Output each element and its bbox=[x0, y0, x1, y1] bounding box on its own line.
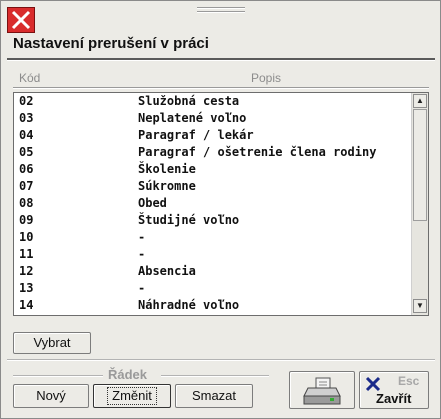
delete-button[interactable]: Smazat bbox=[175, 384, 253, 408]
row-code: 05 bbox=[19, 145, 34, 159]
print-button[interactable] bbox=[289, 371, 355, 409]
scroll-thumb[interactable] bbox=[413, 109, 427, 221]
row-code: 06 bbox=[19, 162, 34, 176]
dialog-window: Nastavení prerušení v práci Kód Popis 02… bbox=[0, 0, 441, 419]
list-row[interactable]: 07 Súkromne bbox=[14, 178, 410, 195]
row-group-label: Řádek bbox=[108, 367, 148, 382]
list-row[interactable]: 05 Paragraf / ošetrenie člena rodiny bbox=[14, 144, 410, 161]
list-rows: 02 Služobná cesta 03 Neplatené voľno 04 Parag… bbox=[14, 93, 410, 314]
dialog-title: Nastavení prerušení v práci bbox=[13, 35, 209, 52]
row-description: - bbox=[138, 230, 146, 244]
row-description: Náhradné voľno bbox=[138, 298, 240, 312]
row-description: Paragraf / lekár bbox=[138, 128, 254, 142]
row-code: 13 bbox=[19, 281, 34, 295]
list-row[interactable]: 09 Študijné voľno bbox=[14, 212, 410, 229]
row-code: 03 bbox=[19, 111, 34, 125]
esc-hint: Esc bbox=[398, 374, 420, 388]
row-description: Neplatené voľno bbox=[138, 111, 247, 125]
row-description: - bbox=[138, 281, 146, 295]
list-row[interactable]: 12 Absencia bbox=[14, 263, 410, 280]
close-button[interactable]: Esc Zavřít bbox=[359, 371, 429, 409]
row-code: 08 bbox=[19, 196, 34, 210]
vertical-scrollbar[interactable]: ▲ ▼ bbox=[411, 93, 428, 315]
header-divider bbox=[13, 87, 429, 89]
title-divider bbox=[7, 58, 435, 61]
list-row[interactable]: 08 Obed bbox=[14, 195, 410, 212]
window-close-button[interactable] bbox=[7, 7, 35, 33]
interruption-list[interactable]: 02 Služobná cesta 03 Neplatené voľno 04 Parag… bbox=[13, 92, 429, 316]
group-rule-left bbox=[13, 375, 103, 377]
column-header-code[interactable]: Kód bbox=[19, 71, 40, 85]
row-description: Súkromne bbox=[138, 179, 196, 193]
list-row[interactable]: 02 Služobná cesta bbox=[14, 93, 410, 110]
list-row[interactable]: 13 - bbox=[14, 280, 410, 297]
scroll-down-icon[interactable]: ▼ bbox=[413, 299, 427, 313]
row-code: 09 bbox=[19, 213, 34, 227]
bottom-divider bbox=[7, 359, 435, 361]
row-code: 10 bbox=[19, 230, 34, 244]
group-rule-right bbox=[161, 375, 269, 377]
row-description: Paragraf / ošetrenie člena rodiny bbox=[138, 145, 377, 159]
row-description: Študijné voľno bbox=[138, 213, 240, 227]
list-row[interactable]: 11 - bbox=[14, 246, 410, 263]
scroll-up-icon[interactable]: ▲ bbox=[413, 94, 427, 108]
new-button[interactable]: Nový bbox=[13, 384, 89, 408]
row-description: Obed bbox=[138, 196, 167, 210]
row-code: 04 bbox=[19, 128, 34, 142]
row-description: Služobná cesta bbox=[138, 94, 240, 108]
row-code: 12 bbox=[19, 264, 34, 278]
list-row[interactable]: 10 - bbox=[14, 229, 410, 246]
row-description: - bbox=[138, 247, 146, 261]
close-button-label: Zavřít bbox=[376, 391, 412, 406]
row-code: 07 bbox=[19, 179, 34, 193]
row-description: Školenie bbox=[138, 162, 196, 176]
list-row[interactable]: 04 Paragraf / lekár bbox=[14, 127, 410, 144]
select-button[interactable]: Vybrat bbox=[13, 332, 91, 354]
window-drag-grip[interactable] bbox=[197, 5, 245, 15]
printer-icon bbox=[303, 377, 341, 405]
list-row[interactable]: 06 Školenie bbox=[14, 161, 410, 178]
edit-button[interactable]: Změnit bbox=[93, 384, 171, 408]
row-code: 02 bbox=[19, 94, 34, 108]
row-code: 11 bbox=[19, 247, 34, 261]
column-header-description[interactable]: Popis bbox=[251, 71, 281, 85]
list-row[interactable]: 03 Neplatené voľno bbox=[14, 110, 410, 127]
list-row[interactable]: 14 Náhradné voľno bbox=[14, 297, 410, 314]
close-x-icon bbox=[11, 10, 31, 30]
row-description: Absencia bbox=[138, 264, 196, 278]
row-code: 14 bbox=[19, 298, 34, 312]
edit-button-label: Změnit bbox=[107, 387, 157, 405]
